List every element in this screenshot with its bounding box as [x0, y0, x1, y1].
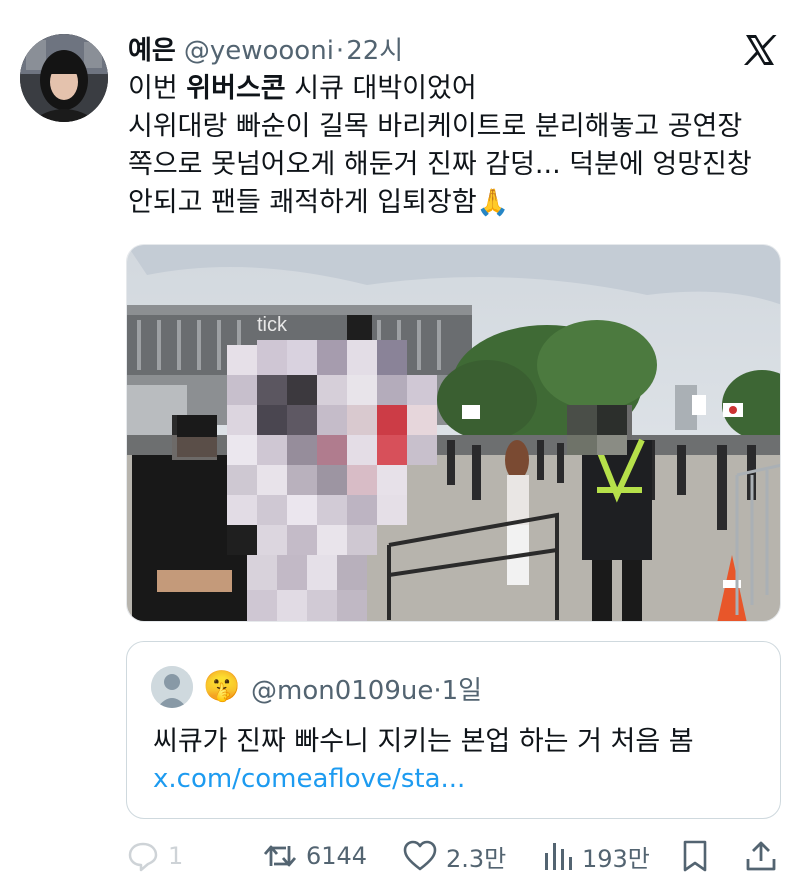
quoted-handle[interactable]: @mon0109ue [251, 676, 433, 706]
header-separator: · [335, 36, 345, 66]
tweet-text-bold: 위버스콘 [186, 73, 286, 104]
author-name[interactable]: 예은 [128, 30, 176, 67]
retweet-button[interactable]: 6144 [262, 836, 367, 876]
views-button[interactable]: 193만 [542, 836, 650, 876]
quoted-separator: · [433, 676, 442, 706]
like-button[interactable]: 2.3만 [402, 836, 506, 876]
author-avatar-image [20, 34, 108, 122]
retweet-count: 6144 [306, 842, 368, 870]
action-bar: 1 6144 2.3만 193만 [126, 836, 786, 876]
views-count: 193만 [582, 844, 650, 873]
bookmark-button[interactable] [680, 836, 710, 876]
quoted-tweet[interactable]: 🤫 @mon0109ue·1일 씨큐가 진짜 빠수니 지키는 본업 하는 거 처… [126, 641, 781, 819]
tweet-text-line-3: 쪽으로 못넘어오게 해둔거 진짜 감덩... 덕분에 엉망진창 [128, 149, 752, 180]
quoted-header: @mon0109ue·1일 [251, 670, 482, 707]
author-avatar[interactable] [20, 34, 108, 122]
share-icon [746, 841, 776, 871]
tweet-time[interactable]: 22시 [346, 30, 403, 67]
quoted-text: 씨큐가 진짜 빠수니 지키는 본업 하는 거 처음 봄 [153, 726, 694, 757]
retweet-icon [263, 845, 297, 867]
tweet-text-line-1: 이번 위버스콘 시큐 대박이었어 [128, 70, 788, 108]
photo-scene: tick [127, 245, 780, 621]
tweet-text-line-2: 시위대랑 빠순이 길목 바리케이트로 분리해놓고 공연장 [128, 111, 743, 142]
tweet-photo[interactable]: tick [126, 244, 781, 622]
tweet-text-pre: 이번 [128, 73, 187, 104]
tweet-header: 예은 @yewoooni · 22시 [128, 30, 403, 70]
tweet-text: 이번 위버스콘 시큐 대박이었어 시위대랑 빠순이 길목 바리케이트로 분리해놓… [128, 70, 788, 222]
tweet-text-line-4-text: 안되고 팬들 쾌적하게 입퇴장함 [128, 187, 477, 218]
quoted-avatar[interactable] [151, 666, 193, 708]
default-avatar-icon [151, 666, 193, 708]
like-icon [403, 840, 437, 871]
x-logo-icon[interactable] [740, 30, 780, 70]
shush-emoji: 🤫 [203, 669, 241, 704]
reply-icon [128, 842, 158, 872]
quoted-time[interactable]: 1일 [442, 676, 482, 706]
reply-count: 1 [168, 842, 184, 870]
quoted-link[interactable]: x.com/comeaflove/sta... [153, 764, 465, 794]
tweet-text-line-4: 안되고 팬들 쾌적하게 입퇴장함🙏 [128, 184, 788, 222]
image-sign-text: tick [257, 314, 288, 336]
pray-emoji: 🙏 [476, 188, 510, 218]
bookmark-icon [683, 840, 707, 872]
reply-button[interactable]: 1 [126, 836, 183, 876]
author-handle[interactable]: @yewoooni [184, 36, 334, 66]
views-icon [545, 843, 572, 870]
tweet-text-post: 시큐 대박이었어 [285, 73, 477, 104]
share-button[interactable] [744, 836, 778, 876]
like-count: 2.3만 [446, 844, 507, 873]
